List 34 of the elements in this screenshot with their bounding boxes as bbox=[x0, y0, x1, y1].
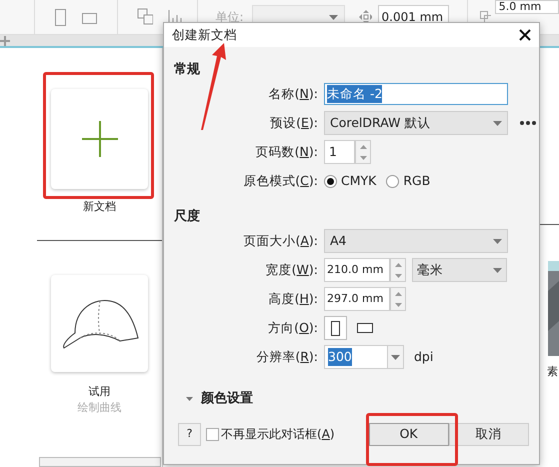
section-heading[interactable]: 颜色设置 bbox=[201, 389, 253, 408]
dialog-title: 创建新文档 bbox=[172, 26, 237, 44]
field-label: 分辨率(R): bbox=[255, 348, 318, 366]
radio-label: CMYK bbox=[341, 172, 376, 190]
radio-label: RGB bbox=[403, 172, 430, 190]
unit-label: 单位: bbox=[216, 9, 244, 26]
checkbox-label: 不再显示此对话框(A) bbox=[221, 426, 335, 443]
page-count-field[interactable]: 1 bbox=[324, 140, 355, 164]
field-label: 方向(O): bbox=[267, 318, 318, 337]
field-label: 预设(E): bbox=[269, 114, 318, 132]
section-heading: 常规 bbox=[173, 61, 201, 79]
dropdown[interactable]: A4 bbox=[324, 229, 508, 253]
unit-dropdown[interactable]: 毫米 bbox=[412, 258, 507, 282]
help-button[interactable]: ? bbox=[178, 422, 201, 446]
offset-field[interactable]: 5.0 mm bbox=[494, 0, 559, 14]
field-label: 页面大小(A): bbox=[242, 232, 318, 250]
resolution-field[interactable]: 300 bbox=[324, 345, 404, 369]
measure-field[interactable]: 210.0 mm bbox=[324, 258, 390, 282]
dropdown[interactable]: CorelDRAW 默认 bbox=[324, 111, 508, 135]
field-label: 原色模式(C): bbox=[242, 172, 318, 190]
field-label: 高度(H): bbox=[268, 290, 318, 308]
cancel-button[interactable]: 取消 bbox=[448, 422, 529, 446]
field-label: 页码数(N): bbox=[254, 142, 318, 161]
ok-button[interactable]: OK bbox=[368, 422, 449, 446]
section-heading: 尺度 bbox=[173, 208, 201, 226]
card-subtitle: 绘制曲线 bbox=[78, 400, 122, 416]
unit-label: dpi bbox=[414, 348, 434, 366]
field-label: 名称(N): bbox=[268, 84, 318, 103]
name-field[interactable]: 未命名 -2 bbox=[324, 83, 508, 105]
measure-field[interactable]: 297.0 mm bbox=[324, 287, 390, 311]
field-label: 宽度(W): bbox=[264, 260, 318, 279]
card-title: 新文档 bbox=[83, 199, 116, 215]
card-title: 试用 bbox=[88, 384, 110, 400]
card-title: 素 bbox=[547, 364, 559, 380]
